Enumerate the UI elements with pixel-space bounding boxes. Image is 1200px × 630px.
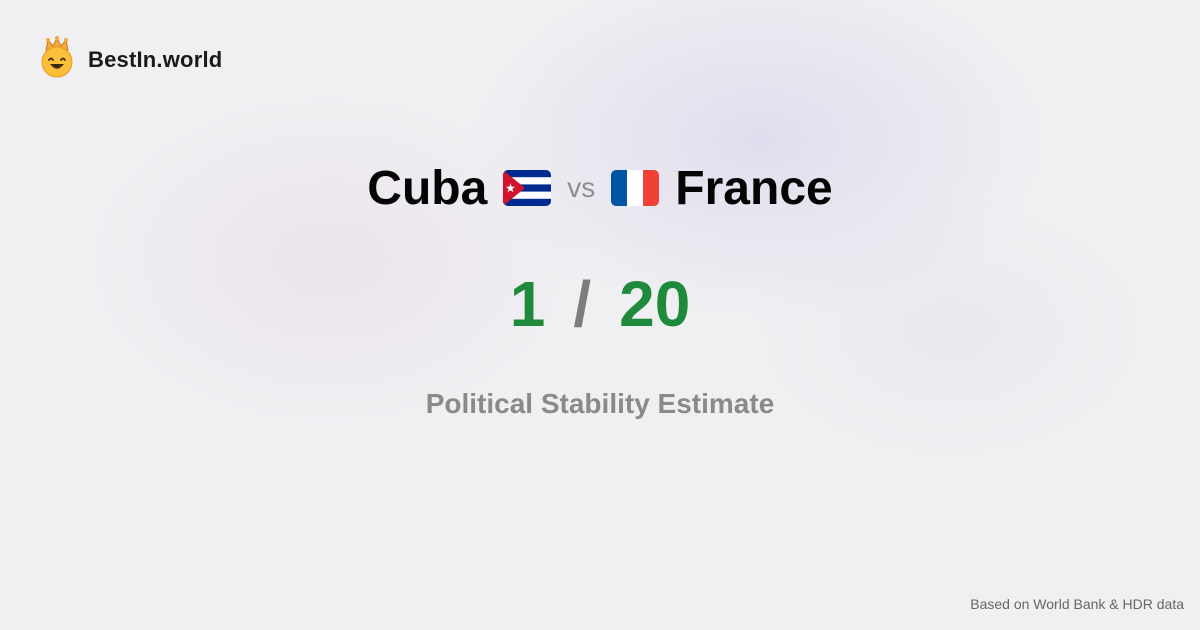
crowned-smiley-face-icon (38, 36, 76, 83)
rank-comparison: 1 / 20 (0, 268, 1200, 340)
brand-logo[interactable]: BestIn.world (38, 36, 222, 83)
metric-label: Political Stability Estimate (425, 388, 775, 419)
right-country-name: France (675, 161, 833, 215)
data-source-note: Based on World Bank & HDR data (970, 596, 1184, 612)
comparison-headline: Cuba vs France (0, 158, 1200, 218)
rank-separator: / (573, 268, 592, 340)
france-flag-icon (611, 170, 660, 206)
brand-name: BestIn.world (88, 46, 223, 72)
left-rank: 1 (509, 268, 546, 340)
cuba-flag-icon (503, 170, 552, 206)
left-country-name: Cuba (367, 161, 488, 215)
right-rank: 20 (619, 268, 691, 340)
vs-label: vs (567, 172, 596, 203)
